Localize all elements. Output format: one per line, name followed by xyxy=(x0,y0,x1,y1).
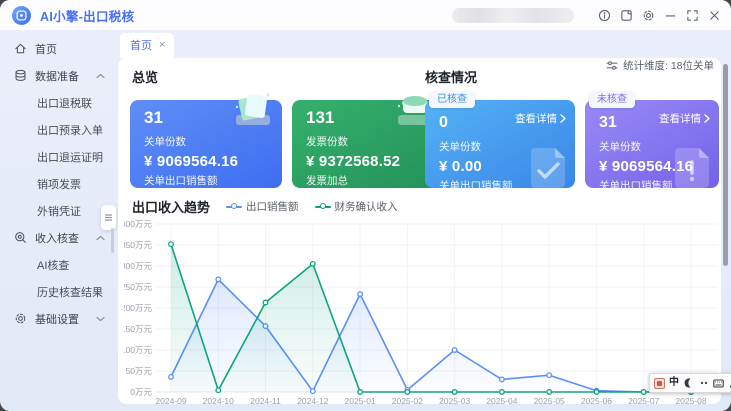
unchecked-badge: 未核查 xyxy=(589,91,635,108)
redacted-user-info xyxy=(452,8,574,23)
sidebar-group-basic-settings[interactable]: 基础设置 xyxy=(0,305,118,332)
app-title: AI小擎-出口税核 xyxy=(40,6,134,25)
tab-home[interactable]: 首页 × xyxy=(120,33,174,58)
minimize-button[interactable] xyxy=(664,9,677,22)
customs-amount: ¥ 9069564.16 xyxy=(144,153,282,170)
ime-logo-icon[interactable] xyxy=(654,378,665,389)
svg-text:250万元: 250万元 xyxy=(124,282,152,292)
app-window: AI小擎-出口税核 xyxy=(0,0,731,411)
close-button[interactable] xyxy=(708,9,721,22)
main-area: 首页 × 总览 31 xyxy=(118,30,731,411)
view-details-link-unchecked[interactable]: 查看详情 xyxy=(659,111,710,126)
ime-language-bar[interactable]: 中 xyxy=(649,373,731,393)
verification-heading: 核查情况 xyxy=(425,67,477,86)
tabbar: 首页 × xyxy=(118,30,731,58)
sidebar-item-export-preentry[interactable]: 出口预录入单 xyxy=(0,116,118,143)
sidebar-item-export-return-proof[interactable]: 出口退运证明 xyxy=(0,143,118,170)
database-icon xyxy=(13,69,27,83)
svg-text:200万元: 200万元 xyxy=(124,303,152,313)
svg-text:2024-11: 2024-11 xyxy=(250,396,281,404)
soft-keyboard-icon[interactable] xyxy=(713,378,724,389)
sidebar-scrollbar[interactable] xyxy=(111,228,114,253)
sidebar-collapse-handle[interactable] xyxy=(101,205,116,230)
checked-badge: 已核查 xyxy=(429,91,475,108)
titlebar-controls xyxy=(452,8,721,23)
svg-text:0万元: 0万元 xyxy=(130,387,152,397)
svg-text:2025-07: 2025-07 xyxy=(628,396,659,404)
tab-home-label: 首页 xyxy=(130,37,152,53)
svg-text:2024-12: 2024-12 xyxy=(297,396,328,404)
chevron-up-icon xyxy=(96,235,105,241)
search-check-icon xyxy=(13,231,27,245)
invoice-amount: ¥ 9372568.52 xyxy=(306,153,444,170)
invoice-amount-label: 发票加总 xyxy=(306,175,444,187)
svg-text:2025-05: 2025-05 xyxy=(534,396,565,404)
legend-line-marker-icon xyxy=(226,202,242,211)
info-icon[interactable] xyxy=(598,9,611,22)
svg-text:2025-01: 2025-01 xyxy=(344,396,375,404)
content-panel: 总览 31 关单份数 ¥ 9069564.16 关单出口销售额 xyxy=(118,58,721,404)
chevron-right-icon xyxy=(704,114,710,123)
customs-amount-label: 关单出口销售额 xyxy=(144,175,282,187)
sidebar-item-history-results[interactable]: 历史核查结果 xyxy=(0,278,118,305)
sidebar-item-output-invoice[interactable]: 销项发票 xyxy=(0,170,118,197)
ime-chinese-mode-label[interactable]: 中 xyxy=(669,378,679,388)
filter-sliders-icon xyxy=(606,60,618,71)
overview-card-customs: 31 关单份数 ¥ 9069564.16 关单出口销售额 xyxy=(130,100,282,188)
sidebar-item-ai-check[interactable]: AI核查 xyxy=(0,251,118,278)
stat-dimension-value: 统计维度: 18位关单 xyxy=(623,58,714,73)
maximize-button[interactable] xyxy=(686,9,699,22)
svg-text:2025-06: 2025-06 xyxy=(581,396,612,404)
home-icon xyxy=(13,42,27,56)
overview-heading: 总览 xyxy=(132,67,158,86)
view-details-link-checked[interactable]: 查看详情 xyxy=(515,111,566,126)
doc-exclaim-watermark-icon xyxy=(673,146,711,188)
svg-text:2025-04: 2025-04 xyxy=(486,396,517,404)
invoice-count-label: 发票份数 xyxy=(306,136,444,148)
svg-text:150万元: 150万元 xyxy=(124,324,152,334)
punctuation-icon[interactable] xyxy=(698,378,709,389)
app-logo-icon xyxy=(12,6,31,25)
chevron-right-icon xyxy=(560,114,566,123)
svg-text:400万元: 400万元 xyxy=(124,219,152,229)
gear-icon xyxy=(13,312,27,326)
sidebar-group-income-check[interactable]: 收入核查 xyxy=(0,224,118,251)
customs-count-label: 关单份数 xyxy=(144,136,282,148)
chevron-up-icon xyxy=(96,73,105,79)
svg-text:2024-10: 2024-10 xyxy=(203,396,234,404)
svg-text:100万元: 100万元 xyxy=(124,345,152,355)
svg-text:2024-09: 2024-09 xyxy=(155,396,186,404)
sidebar-group-data-prep[interactable]: 数据准备 xyxy=(0,62,118,89)
chevron-down-icon xyxy=(96,316,105,322)
stat-dimension-filter[interactable]: 统计维度: 18位关单 xyxy=(606,58,714,73)
sidebar-item-label: 首页 xyxy=(35,41,57,57)
svg-text:2025-03: 2025-03 xyxy=(439,396,470,404)
tab-close-icon[interactable]: × xyxy=(159,40,165,51)
svg-text:50万元: 50万元 xyxy=(126,366,153,376)
trend-line-chart: 0万元 50万元 100万元 150万元 200万元 250万元 300万元 350万元 400… xyxy=(124,212,724,404)
svg-text:2025-08: 2025-08 xyxy=(675,396,706,404)
fullwidth-moon-icon[interactable] xyxy=(683,378,694,389)
overview-card-invoice: 131 发票份数 ¥ 9372568.52 发票加总 xyxy=(292,100,444,188)
settings-gear-icon[interactable] xyxy=(642,9,655,22)
doc-check-watermark-icon xyxy=(529,146,567,188)
svg-text:300万元: 300万元 xyxy=(124,261,152,271)
legend-line-marker-icon xyxy=(315,202,331,211)
main-scrollbar[interactable] xyxy=(723,64,728,266)
sidebar: 首页 数据准备 出口退税联 出口预录入单 出口退运证明 销项发票 外销凭证 收 xyxy=(0,30,118,411)
svg-text:2025-02: 2025-02 xyxy=(392,396,423,404)
sidebar-item-home[interactable]: 首页 xyxy=(0,35,118,62)
titlebar: AI小擎-出口税核 xyxy=(0,0,731,30)
sidebar-item-export-rebate[interactable]: 出口退税联 xyxy=(0,89,118,116)
svg-text:350万元: 350万元 xyxy=(124,240,152,250)
verify-card-unchecked: 未核查 查看详情 31 关单份数 ¥ 9069564.16 关单出口销售额 xyxy=(585,100,719,188)
changelog-icon[interactable] xyxy=(620,9,633,22)
customs-docs-illustration-icon xyxy=(228,87,276,133)
verify-card-checked: 已核查 查看详情 0 关单份数 ¥ 0.00 关单出口销售额 xyxy=(425,100,575,188)
